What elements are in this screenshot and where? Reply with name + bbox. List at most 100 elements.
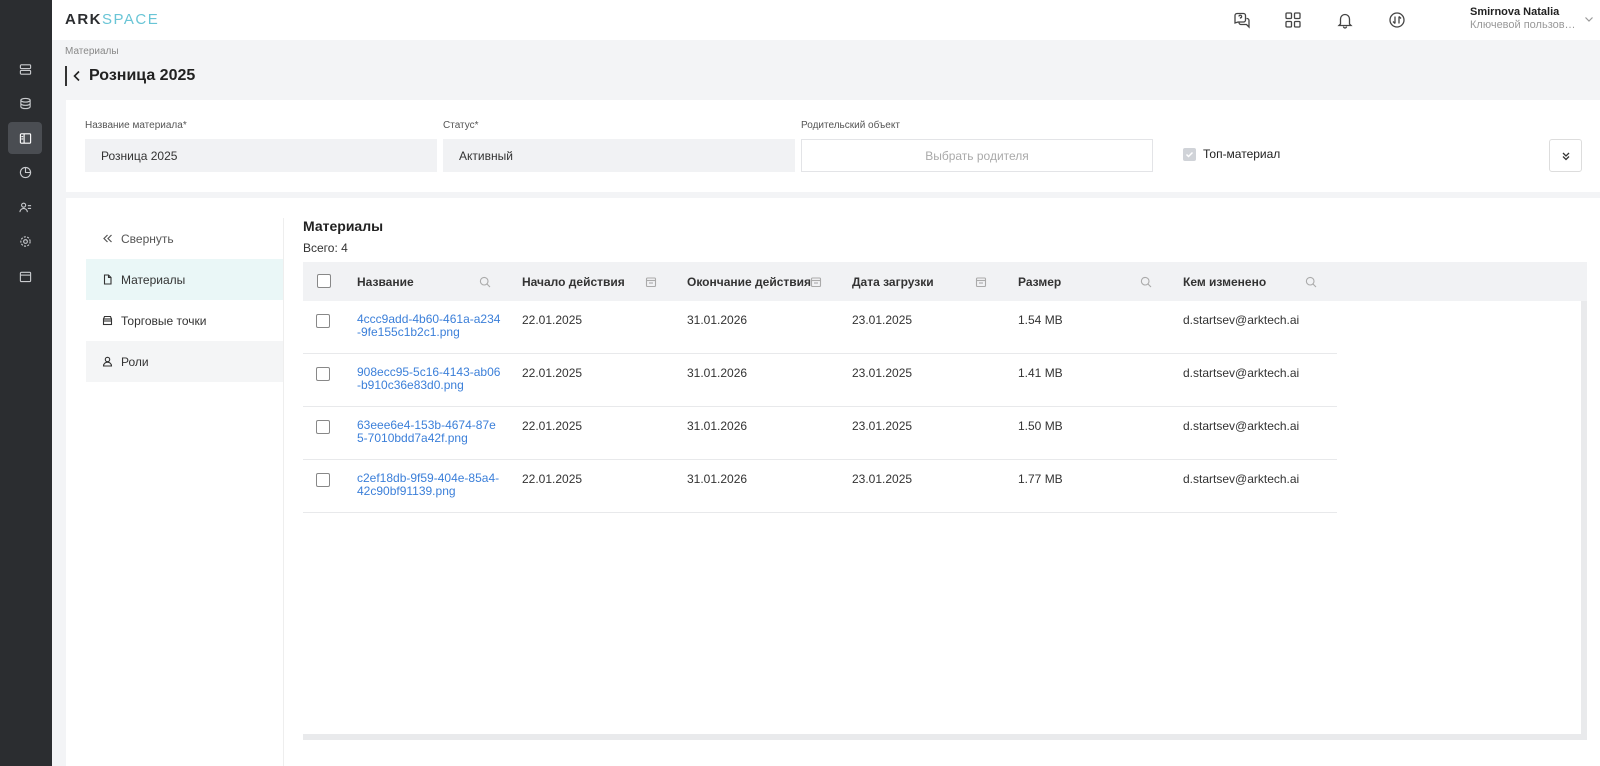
book-icon: [19, 132, 31, 144]
table-row[interactable]: 63eee6e4-153b-4674-87e5-7010bdd7a42f.png…: [303, 407, 1337, 460]
column-header-start[interactable]: Начало действия: [522, 262, 625, 301]
parent-label: Родительский объект: [801, 120, 900, 131]
table-row[interactable]: 908ecc95-5c16-4143-ab06-b910c36e83d0.png…: [303, 354, 1337, 407]
switch-button[interactable]: [1386, 9, 1408, 31]
rail-item-servers[interactable]: [8, 53, 42, 85]
collapse-button[interactable]: Свернуть: [86, 218, 284, 259]
material-form: Название материала* Розница 2025 Статус*…: [66, 100, 1600, 192]
nav-item-label: Материалы: [121, 272, 186, 287]
table-row[interactable]: c2ef18db-9f59-404e-85a4-42c90bf91139.png…: [303, 460, 1337, 513]
end-date: 31.01.2026: [687, 313, 748, 327]
chat-question-icon: [1234, 12, 1250, 29]
status-select[interactable]: Активный: [443, 139, 795, 172]
search-icon[interactable]: [1140, 276, 1152, 288]
search-icon[interactable]: [479, 276, 491, 288]
store-icon: [102, 315, 113, 326]
modified-by: d.startsev@arktech.ai: [1183, 419, 1300, 433]
row-checkbox[interactable]: [316, 367, 330, 381]
search-icon[interactable]: [1305, 276, 1317, 288]
materials-table: Название Начало действия Окончание дейст…: [303, 262, 1587, 740]
breadcrumb[interactable]: Материалы: [65, 46, 119, 57]
file-size: 1.41 MB: [1018, 366, 1063, 380]
apps-grid-button[interactable]: [1282, 9, 1304, 31]
rail-item-database[interactable]: [8, 87, 42, 119]
collapse-label: Свернуть: [121, 231, 174, 246]
modified-by: d.startsev@arktech.ai: [1183, 472, 1300, 486]
end-date: 31.01.2026: [687, 472, 748, 486]
file-link[interactable]: 63eee6e4-153b-4674-87e5-7010bdd7a42f.png: [357, 419, 502, 445]
row-checkbox[interactable]: [316, 420, 330, 434]
end-date: 31.01.2026: [687, 366, 748, 380]
users-icon: [18, 202, 31, 212]
upload-date: 23.01.2025: [852, 313, 913, 327]
table-row[interactable]: 4ccc9add-4b60-461a-a234-9fe155c1b2c1.png…: [303, 301, 1337, 354]
calendar-icon[interactable]: [810, 276, 822, 288]
nav-item-roles[interactable]: Роли: [86, 341, 284, 382]
column-header-end[interactable]: Окончание действия: [687, 262, 811, 301]
page-title: Розница 2025: [89, 67, 196, 84]
row-checkbox[interactable]: [316, 314, 330, 328]
nav-item-label: Торговые точки: [121, 313, 207, 328]
column-header-name[interactable]: Название: [357, 262, 414, 301]
support-chat-button[interactable]: [1230, 9, 1252, 31]
file-link[interactable]: 908ecc95-5c16-4143-ab06-b910c36e83d0.png: [357, 366, 502, 392]
start-date: 22.01.2025: [522, 419, 583, 433]
calendar-icon[interactable]: [975, 276, 987, 288]
name-input[interactable]: Розница 2025: [85, 139, 437, 172]
rail-item-settings[interactable]: [8, 225, 42, 257]
modified-by: d.startsev@arktech.ai: [1183, 366, 1300, 380]
database-icon: [19, 97, 31, 109]
upload-date: 23.01.2025: [852, 366, 913, 380]
start-date: 22.01.2025: [522, 313, 583, 327]
row-checkbox[interactable]: [316, 473, 330, 487]
file-icon: [103, 274, 112, 285]
select-all-checkbox[interactable]: [317, 274, 331, 288]
total-count: Всего: 4: [303, 241, 348, 255]
rail-item-users[interactable]: [8, 191, 42, 223]
gear-icon: [19, 235, 31, 247]
pie-chart-icon: [19, 166, 31, 178]
user-icon: [102, 356, 113, 367]
column-header-uploaded[interactable]: Дата загрузки: [852, 262, 934, 301]
double-chevron-down-icon: [1562, 152, 1569, 160]
top-material-label[interactable]: Топ-материал: [1203, 147, 1280, 161]
app-logo[interactable]: ARKSPACE: [65, 11, 159, 28]
grid-icon: [1285, 12, 1301, 28]
user-role: Ключевой пользователь: [1470, 19, 1576, 31]
name-label: Название материала*: [85, 120, 187, 131]
nav-item-label: Роли: [121, 354, 149, 369]
side-nav: Свернуть Материалы Торговые точки Роли: [86, 218, 284, 382]
file-link[interactable]: c2ef18db-9f59-404e-85a4-42c90bf91139.png: [357, 472, 502, 498]
end-date: 31.01.2026: [687, 419, 748, 433]
rail-item-analytics[interactable]: [8, 156, 42, 188]
check-icon: [1185, 151, 1194, 158]
server-icon: [19, 63, 31, 75]
notifications-button[interactable]: [1334, 9, 1356, 31]
chevron-down-icon[interactable]: [1583, 13, 1595, 25]
logo-part-space: SPACE: [102, 11, 160, 28]
nav-item-stores[interactable]: Торговые точки: [86, 300, 284, 341]
column-header-modified-by[interactable]: Кем изменено: [1183, 262, 1266, 301]
rail-item-materials[interactable]: [8, 122, 42, 154]
nav-divider: [283, 218, 284, 766]
status-label: Статус*: [443, 120, 479, 131]
left-rail: [0, 0, 52, 766]
logo-part-ark: ARK: [65, 11, 102, 28]
back-button[interactable]: [65, 66, 81, 86]
file-link[interactable]: 4ccc9add-4b60-461a-a234-9fe155c1b2c1.png: [357, 313, 502, 339]
top-header: ARKSPACE Smirnova Natalia Ключевой польз…: [52, 0, 1600, 40]
upload-date: 23.01.2025: [852, 419, 913, 433]
table-header: Название Начало действия Окончание дейст…: [303, 262, 1587, 301]
file-size: 1.77 MB: [1018, 472, 1063, 486]
user-name[interactable]: Smirnova Natalia: [1470, 6, 1559, 18]
main-panel: Свернуть Материалы Торговые точки Роли М…: [66, 198, 1600, 766]
swap-circle-icon: [1389, 12, 1405, 28]
bell-icon: [1337, 13, 1353, 29]
expand-form-button[interactable]: [1549, 139, 1582, 172]
calendar-icon[interactable]: [645, 276, 657, 288]
select-parent-button[interactable]: Выбрать родителя: [801, 139, 1153, 172]
top-material-checkbox[interactable]: [1183, 148, 1196, 161]
nav-item-materials[interactable]: Материалы: [86, 259, 284, 300]
column-header-size[interactable]: Размер: [1018, 262, 1061, 301]
rail-item-calendar[interactable]: [8, 260, 42, 292]
